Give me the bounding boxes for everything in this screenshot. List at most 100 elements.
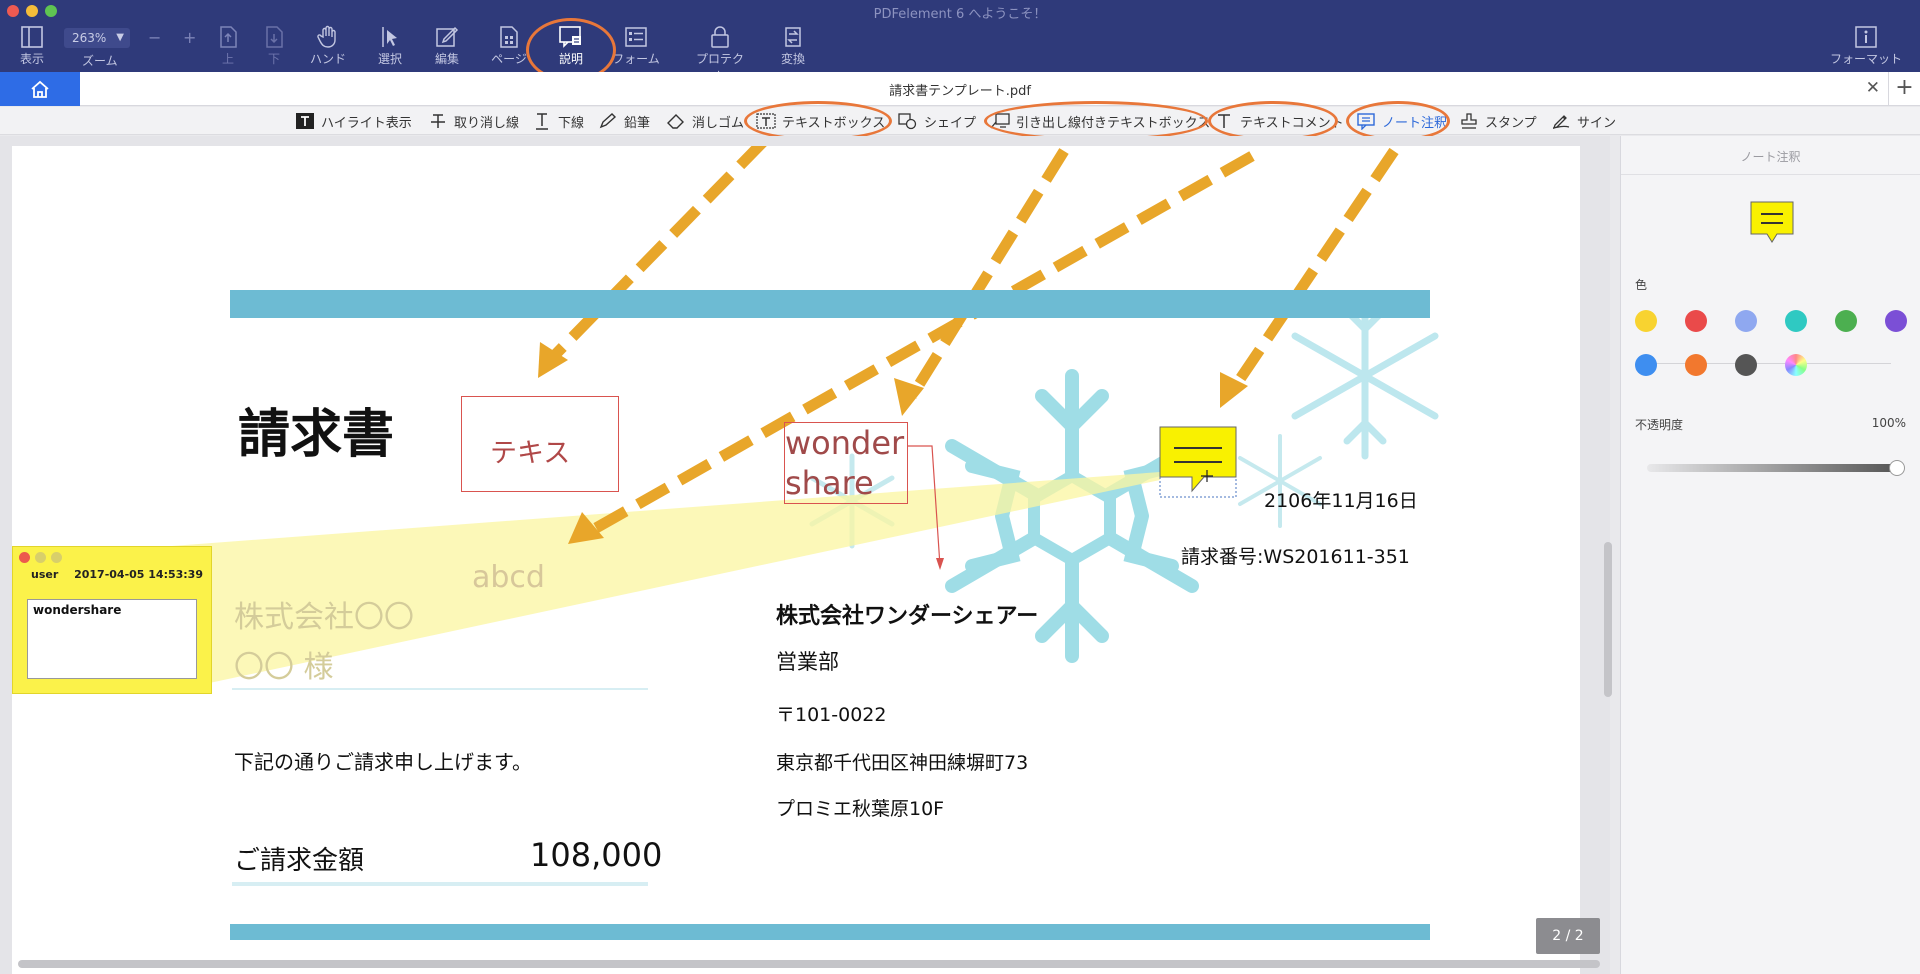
sender-zip: 〒101-0022	[776, 704, 887, 726]
document-tab-title[interactable]: 請求書テンプレート.pdf	[0, 80, 1920, 99]
color-swatch-red[interactable]	[1685, 310, 1707, 332]
format-label: フォーマット	[1829, 52, 1902, 66]
client-company: 株式会社〇〇	[234, 600, 414, 635]
color-swatch-purple[interactable]	[1885, 310, 1907, 332]
opacity-label: 不透明度	[1635, 418, 1684, 432]
underline-tool[interactable]: 下線	[532, 111, 584, 131]
note-close-icon[interactable]	[19, 552, 30, 563]
eraser-tool[interactable]: 消しゴム	[666, 111, 744, 131]
properties-panel: ノート注釈 色 不透明度 100%	[1620, 136, 1920, 974]
custom-color-picker-icon[interactable]	[1785, 354, 1807, 376]
color-swatch-teal[interactable]	[1785, 310, 1807, 332]
sender-building: プロミエ秋葉原10F	[776, 798, 945, 820]
highlight-tool[interactable]: ハイライト表示	[295, 111, 412, 131]
form-button[interactable]: フォーム	[608, 24, 664, 67]
signature-icon	[1552, 115, 1570, 130]
color-swatch-gray[interactable]	[1735, 354, 1757, 376]
page-down-button[interactable]: 下	[246, 24, 302, 67]
convert-icon	[765, 24, 821, 50]
greeting-text: 下記の通りご請求申し上げます。	[234, 750, 532, 774]
invoice-date: 2106年11月16日	[1264, 490, 1418, 512]
color-swatch-green[interactable]	[1835, 310, 1857, 332]
amount-label: ご請求金額	[234, 846, 365, 876]
hand-label: ハンド	[309, 52, 346, 66]
underline-icon	[536, 113, 548, 130]
view-button[interactable]: 表示	[4, 24, 60, 67]
callout-text-line2: share	[785, 464, 874, 502]
textbox-annotation[interactable]: テキス	[461, 396, 619, 492]
page-indicator: 2 / 2	[1536, 918, 1600, 954]
color-swatch-blue[interactable]	[1635, 354, 1657, 376]
select-label: 選択	[377, 52, 402, 66]
eraser-label: 消しゴム	[692, 115, 745, 131]
note-annotation-icon	[1159, 426, 1237, 498]
main-toolbar: PDFelement 6 へようこそ！ 表示 263% ▼ ズーム − + 上 下…	[0, 0, 1920, 83]
zoom-in-button[interactable]: +	[183, 28, 196, 47]
pdf-page[interactable]: 請求書 テキス wonder share abcd 2106年11月16日 請求…	[12, 146, 1580, 974]
chevron-down-icon: ▼	[116, 32, 124, 43]
header-band	[230, 290, 1430, 318]
color-swatch-lavender[interactable]	[1735, 310, 1757, 332]
highlight-icon	[296, 113, 314, 129]
strikethrough-tool[interactable]: 取り消し線	[428, 111, 519, 131]
note-tool-oval	[1346, 101, 1450, 141]
note-timestamp: 2017-04-05 14:53:39	[74, 568, 203, 581]
opacity-value: 100%	[1871, 416, 1906, 430]
opacity-slider-handle[interactable]	[1889, 460, 1905, 476]
sender-address: 東京都千代田区神田練塀町73	[776, 752, 1029, 774]
eraser-icon	[667, 114, 684, 129]
text-comment-annotation[interactable]: abcd	[472, 560, 545, 595]
lock-icon	[692, 24, 748, 50]
horizontal-scrollbar[interactable]	[18, 960, 1600, 968]
amount-value: 108,000	[530, 836, 663, 874]
panel-divider	[1621, 174, 1920, 175]
stamp-tool[interactable]: スタンプ	[1459, 111, 1537, 131]
color-label: 色	[1635, 278, 1648, 292]
app-window: PDFelement 6 へようこそ！ 表示 263% ▼ ズーム − + 上 下…	[0, 0, 1920, 974]
pencil-icon	[599, 113, 617, 129]
zoom-select[interactable]: 263% ▼	[64, 28, 130, 48]
pages-label: ページ	[491, 52, 527, 66]
zoom-label: ズーム	[82, 54, 118, 68]
hand-tool-button[interactable]: ハンド	[300, 24, 356, 67]
underline-label: 下線	[558, 115, 585, 131]
vertical-scrollbar[interactable]	[1604, 542, 1612, 697]
invoice-number: 請求番号:WS201611-351	[1181, 546, 1410, 568]
close-tab-icon[interactable]: ✕	[1866, 78, 1880, 98]
sender-company: 株式会社ワンダーシェアー	[776, 604, 1039, 629]
client-name: 〇〇 様	[234, 650, 334, 685]
note-author: user	[31, 568, 59, 581]
note-expand-icon[interactable]	[51, 552, 62, 563]
select-arrow-icon	[362, 24, 418, 50]
add-tab-button[interactable]: +	[1888, 72, 1920, 106]
pencil-tool[interactable]: 鉛筆	[598, 111, 650, 131]
signature-tool[interactable]: サイン	[1551, 111, 1616, 131]
text-comment-oval	[1208, 101, 1338, 141]
color-swatch-yellow[interactable]	[1635, 310, 1657, 332]
view-label: 表示	[19, 52, 44, 66]
panel-icon	[4, 24, 60, 50]
form-label: フォーム	[612, 52, 660, 66]
convert-button[interactable]: 変換	[765, 24, 821, 67]
stamp-label: スタンプ	[1485, 115, 1537, 131]
shape-icon	[898, 113, 917, 130]
edit-button[interactable]: 編集	[419, 24, 475, 67]
select-tool-button[interactable]: 選択	[362, 24, 418, 67]
shape-label: シェイプ	[924, 115, 977, 131]
note-content-field[interactable]: wondershare	[27, 599, 197, 679]
format-button[interactable]: フォーマット	[1820, 24, 1912, 67]
shape-tool[interactable]: シェイプ	[898, 111, 976, 131]
color-swatch-orange[interactable]	[1685, 354, 1707, 376]
footer-band	[230, 924, 1430, 940]
note-popup[interactable]: user 2017-04-05 14:53:39 wondershare	[12, 546, 212, 694]
note-minimize-icon[interactable]	[35, 552, 46, 563]
callout-annotation[interactable]: wonder share	[784, 422, 908, 504]
hand-icon	[300, 24, 356, 50]
tab-bar: 請求書テンプレート.pdf ✕ +	[0, 72, 1920, 106]
panel-title: ノート注釈	[1740, 150, 1801, 164]
zoom-out-button[interactable]: −	[148, 28, 161, 47]
opacity-slider[interactable]	[1647, 464, 1897, 472]
textbox-callout-oval	[744, 101, 892, 141]
info-icon	[1820, 24, 1912, 50]
strikethrough-icon	[431, 114, 445, 128]
